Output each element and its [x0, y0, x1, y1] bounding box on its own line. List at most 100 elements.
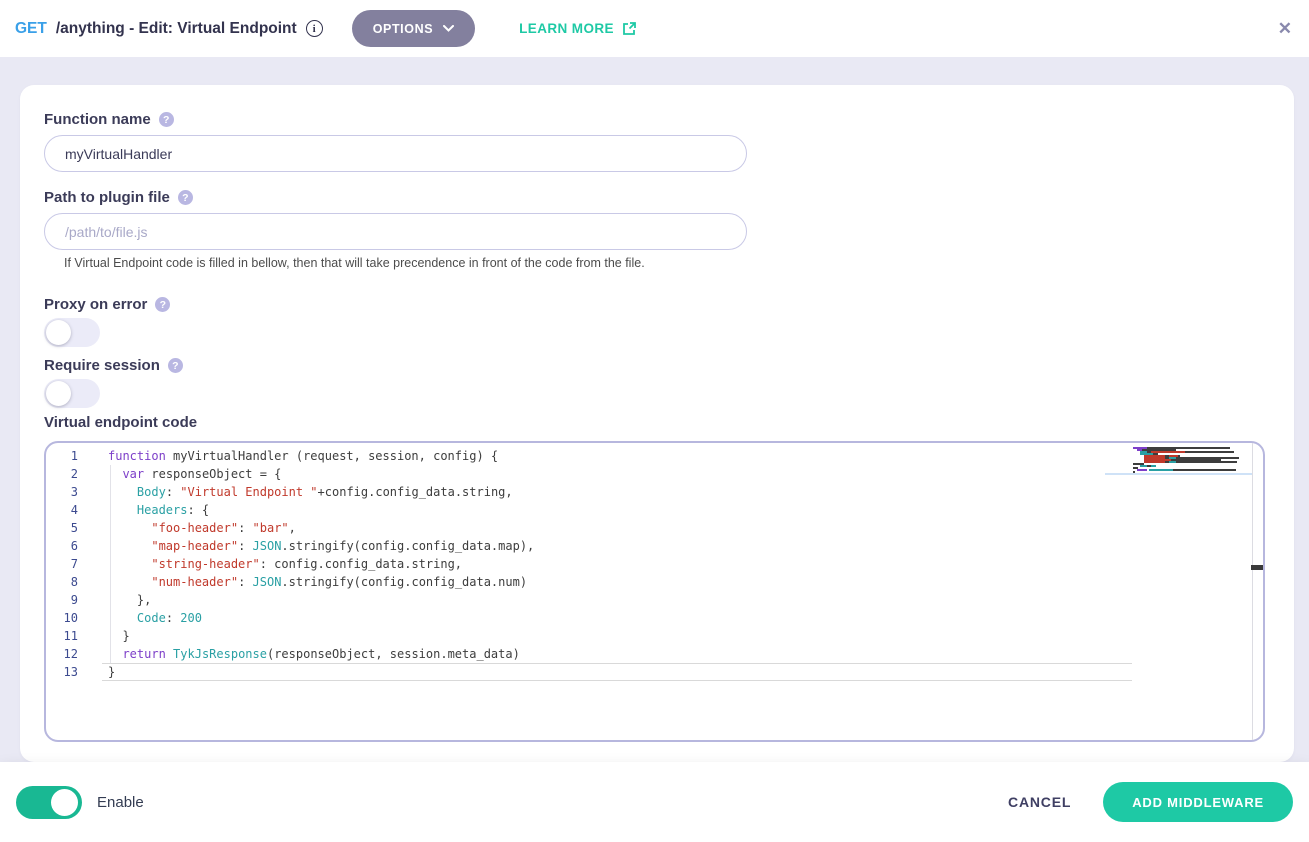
- http-method-badge: GET: [15, 20, 47, 38]
- code-line[interactable]: Headers: {: [102, 501, 1132, 519]
- function-name-label-row: Function name ?: [44, 111, 174, 128]
- code-token: : {: [187, 503, 209, 517]
- code-token: "Virtual Endpoint ": [180, 485, 317, 499]
- code-line[interactable]: "num-header": JSON.stringify(config.conf…: [102, 573, 1132, 591]
- options-button[interactable]: OPTIONS: [352, 10, 475, 47]
- editor-minimap[interactable]: [1133, 447, 1247, 473]
- code-token: [108, 557, 151, 571]
- help-icon[interactable]: ?: [159, 112, 174, 127]
- code-line[interactable]: function myVirtualHandler (request, sess…: [102, 447, 1132, 465]
- minimap-view-indicator: [1105, 473, 1253, 475]
- learn-more-link[interactable]: LEARN MORE: [519, 21, 637, 36]
- code-line[interactable]: "foo-header": "bar",: [102, 519, 1132, 537]
- line-number: 12: [46, 645, 78, 663]
- code-line[interactable]: return TykJsResponse(responseObject, ses…: [102, 645, 1132, 663]
- code-token: var: [122, 467, 144, 481]
- line-number: 10: [46, 609, 78, 627]
- enable-toggle[interactable]: [16, 786, 82, 819]
- code-token: :: [238, 575, 252, 589]
- code-token: ,: [289, 521, 296, 535]
- line-number: 6: [46, 537, 78, 555]
- page-title: /anything - Edit: Virtual Endpoint: [56, 20, 297, 38]
- code-token: [108, 539, 151, 553]
- code-token: [108, 647, 122, 661]
- code-token: function: [108, 449, 166, 463]
- require-session-label: Require session: [44, 357, 160, 374]
- minimap-line: [1133, 461, 1247, 463]
- code-token: "bar": [253, 521, 289, 535]
- code-token: :: [166, 611, 180, 625]
- code-token: [108, 503, 137, 517]
- code-token: JSON: [253, 539, 282, 553]
- code-editor[interactable]: 12345678910111213 function myVirtualHand…: [44, 441, 1265, 742]
- code-token: "string-header": [151, 557, 259, 571]
- code-token: responseObject = {: [144, 467, 281, 481]
- endpoint-code-label: Virtual endpoint code: [44, 414, 197, 431]
- toggle-knob: [46, 320, 71, 345]
- help-icon[interactable]: ?: [168, 358, 183, 373]
- editor-scrollbar-handle[interactable]: [1251, 565, 1263, 570]
- code-token: "num-header": [151, 575, 238, 589]
- code-token: },: [108, 593, 151, 607]
- line-number: 7: [46, 555, 78, 573]
- code-token: .stringify(config.config_data.map),: [281, 539, 534, 553]
- code-token: Body: [137, 485, 166, 499]
- code-token: +config.config_data.string,: [318, 485, 513, 499]
- code-token: [108, 485, 137, 499]
- chevron-down-icon: [443, 25, 454, 32]
- code-line[interactable]: }: [102, 627, 1132, 645]
- line-number: 3: [46, 483, 78, 501]
- middleware-edit-panel: Function name ? Path to plugin file ? If…: [20, 85, 1294, 762]
- code-token: TykJsResponse: [173, 647, 267, 661]
- line-number: 4: [46, 501, 78, 519]
- line-number-gutter: 12345678910111213: [46, 447, 78, 681]
- code-token: Code: [137, 611, 166, 625]
- code-line[interactable]: "string-header": config.config_data.stri…: [102, 555, 1132, 573]
- code-token: (responseObject, session.meta_data): [267, 647, 520, 661]
- line-number: 1: [46, 447, 78, 465]
- info-icon[interactable]: i: [306, 20, 323, 37]
- endpoint-code-label-row: Virtual endpoint code: [44, 414, 197, 431]
- line-number: 5: [46, 519, 78, 537]
- plugin-path-helper-text: If Virtual Endpoint code is filled in be…: [64, 256, 645, 270]
- help-icon[interactable]: ?: [155, 297, 170, 312]
- line-number: 11: [46, 627, 78, 645]
- external-link-icon: [622, 21, 637, 36]
- plugin-path-input[interactable]: [44, 213, 747, 250]
- add-middleware-button[interactable]: ADD MIDDLEWARE: [1103, 782, 1293, 822]
- code-line[interactable]: }: [102, 663, 1132, 681]
- plugin-path-label: Path to plugin file: [44, 189, 170, 206]
- minimap-line: [1133, 469, 1247, 471]
- code-token: myVirtualHandler (request, session, conf…: [166, 449, 498, 463]
- function-name-label: Function name: [44, 111, 151, 128]
- code-line[interactable]: Code: 200: [102, 609, 1132, 627]
- top-bar: GET /anything - Edit: Virtual Endpoint i…: [0, 0, 1309, 57]
- code-token: }: [108, 665, 115, 679]
- code-token: :: [238, 539, 252, 553]
- code-token: [108, 521, 151, 535]
- toggle-knob: [46, 381, 71, 406]
- line-number: 8: [46, 573, 78, 591]
- action-bar: Enable CANCEL ADD MIDDLEWARE: [0, 762, 1309, 842]
- line-number: 13: [46, 663, 78, 681]
- code-line[interactable]: Body: "Virtual Endpoint "+config.config_…: [102, 483, 1132, 501]
- code-token: [108, 467, 122, 481]
- code-token: }: [108, 629, 130, 643]
- editor-scrollbar-track: [1252, 443, 1253, 740]
- close-icon[interactable]: ✕: [1278, 20, 1292, 37]
- code-token: : config.config_data.string,: [260, 557, 462, 571]
- help-icon[interactable]: ?: [178, 190, 193, 205]
- code-content[interactable]: function myVirtualHandler (request, sess…: [102, 447, 1132, 681]
- code-line[interactable]: "map-header": JSON.stringify(config.conf…: [102, 537, 1132, 555]
- enable-label: Enable: [97, 794, 144, 811]
- proxy-on-error-toggle[interactable]: [44, 318, 100, 347]
- line-number: 9: [46, 591, 78, 609]
- function-name-input[interactable]: [44, 135, 747, 172]
- code-line[interactable]: },: [102, 591, 1132, 609]
- code-line[interactable]: var responseObject = {: [102, 465, 1132, 483]
- cancel-button[interactable]: CANCEL: [1008, 794, 1071, 810]
- code-token: .stringify(config.config_data.num): [281, 575, 527, 589]
- code-token: Headers: [137, 503, 188, 517]
- require-session-toggle[interactable]: [44, 379, 100, 408]
- code-token: :: [166, 485, 180, 499]
